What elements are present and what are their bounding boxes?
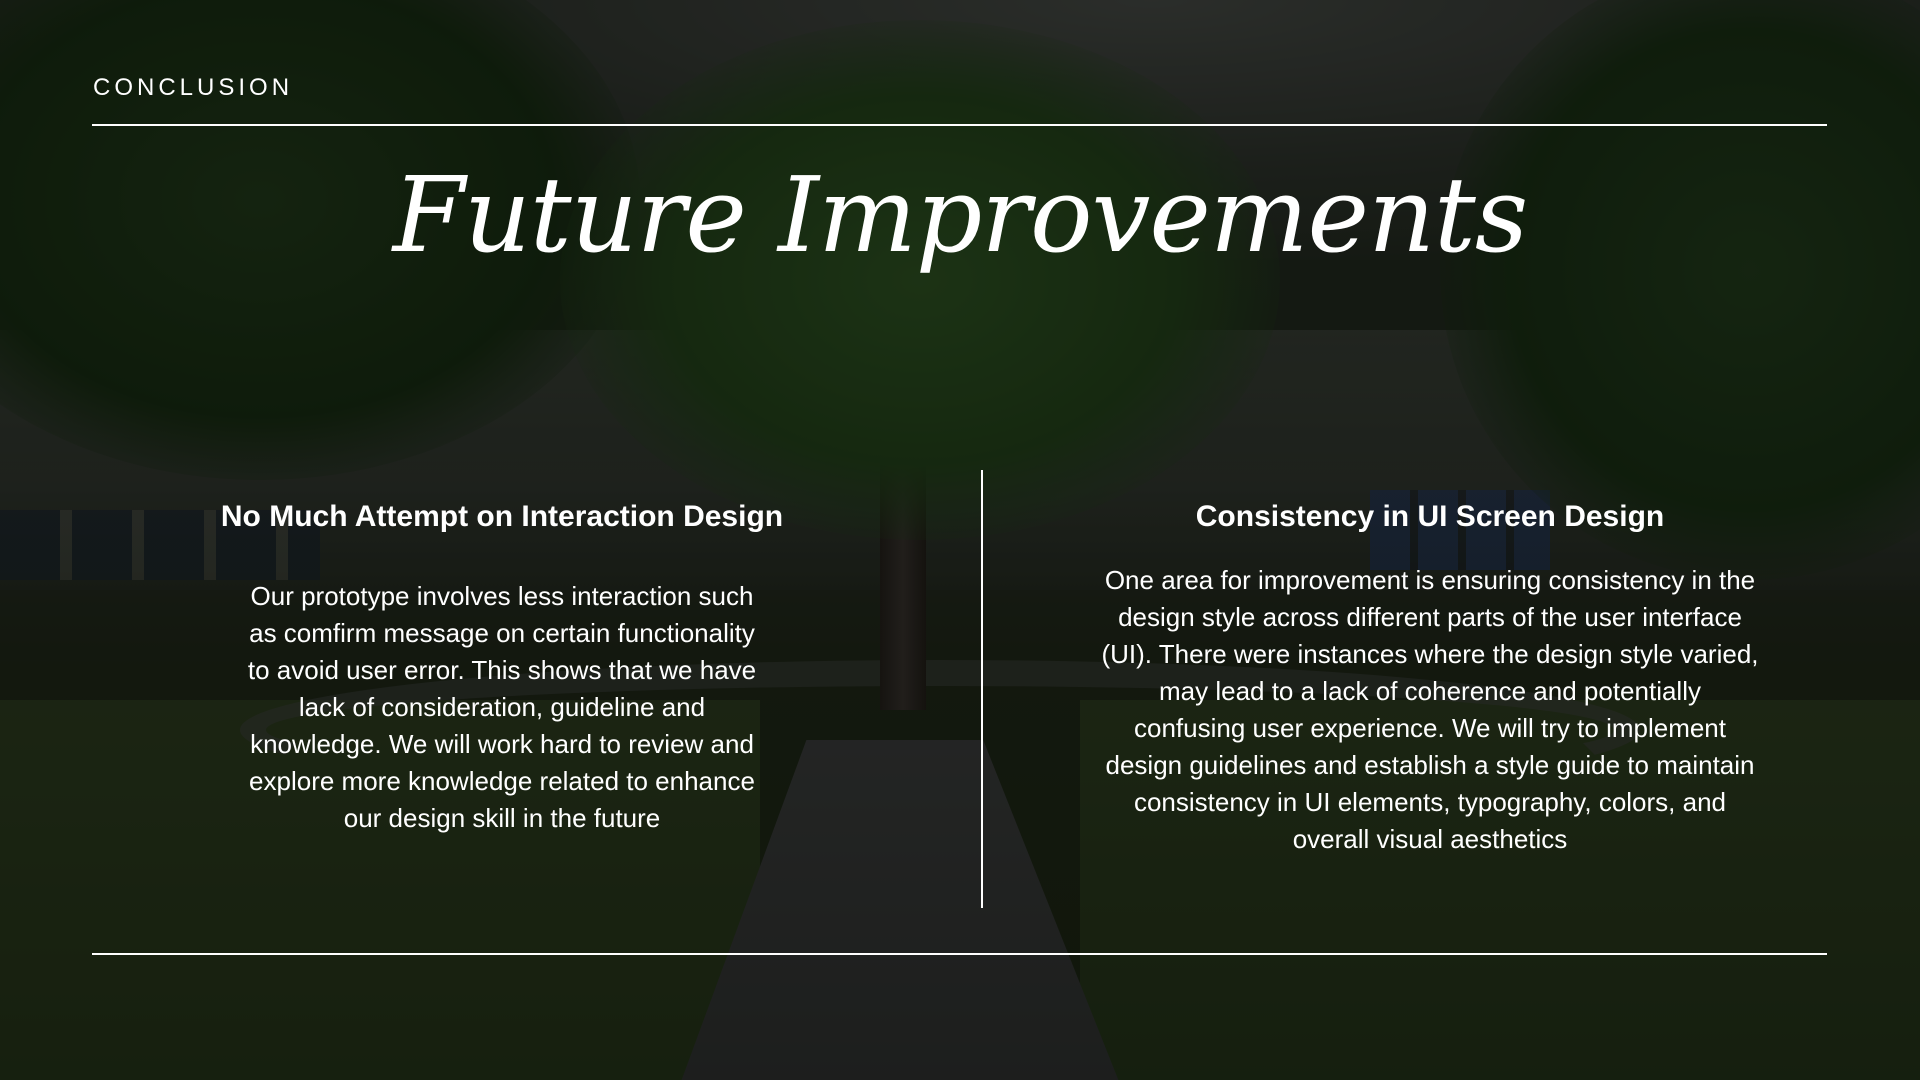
column-divider bbox=[981, 470, 983, 908]
bottom-divider-line bbox=[92, 953, 1827, 955]
top-divider-line bbox=[92, 124, 1827, 126]
right-column-heading: Consistency in UI Screen Design bbox=[1195, 500, 1665, 533]
right-column-body: One area for improvement is ensuring con… bbox=[1101, 565, 1759, 854]
page-title: Future Improvements bbox=[392, 154, 1528, 276]
section-label: CONCLUSION bbox=[93, 74, 294, 101]
left-column-body: Our prototype involves less interaction … bbox=[247, 581, 757, 833]
left-column-heading: No Much Attempt on Interaction Design bbox=[220, 500, 784, 533]
